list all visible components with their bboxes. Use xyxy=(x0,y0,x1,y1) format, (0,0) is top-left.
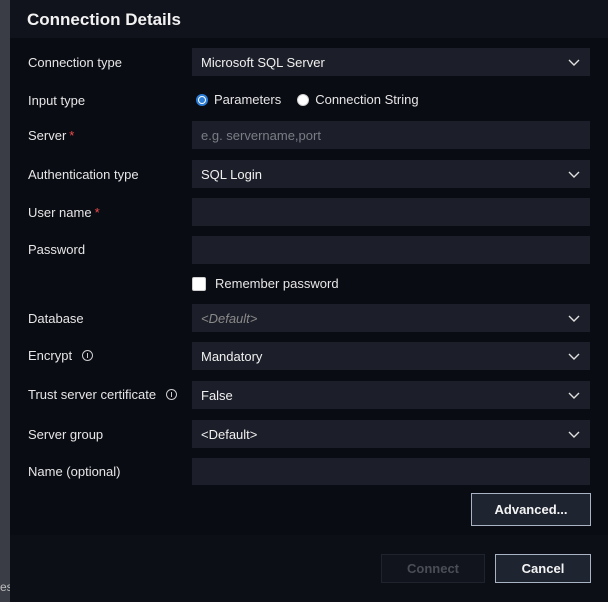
chevron-down-icon xyxy=(568,315,580,322)
database-label: Database xyxy=(28,311,84,326)
authentication-type-label: Authentication type xyxy=(28,167,139,182)
chevron-down-icon xyxy=(568,59,580,66)
name-label: Name (optional) xyxy=(28,464,121,479)
radio-parameters[interactable] xyxy=(196,93,208,106)
advanced-button[interactable]: Advanced... xyxy=(471,493,591,526)
background-window-edge: es xyxy=(0,0,10,602)
remember-password-checkbox[interactable] xyxy=(192,276,206,291)
connect-button-label: Connect xyxy=(407,561,459,576)
trust-server-certificate-label-text: Trust server certificate xyxy=(28,387,157,402)
connection-details-dialog: Connection Details Connection type Micro… xyxy=(10,0,608,602)
server-group-label-text: Server group xyxy=(28,427,104,442)
encrypt-dropdown[interactable]: Mandatory xyxy=(192,342,590,370)
radio-parameters-label[interactable]: Parameters xyxy=(214,92,281,107)
radio-connection-string[interactable] xyxy=(297,93,310,106)
required-marker: * xyxy=(94,205,100,220)
input-type-label-text: Input type xyxy=(28,93,86,108)
connection-type-value: Microsoft SQL Server xyxy=(201,54,325,70)
encrypt-label: Encrypt xyxy=(28,348,94,363)
input-type-label: Input type xyxy=(28,93,85,108)
remember-password-row: Remember password xyxy=(192,276,339,291)
server-group-label: Server group xyxy=(28,427,103,442)
authentication-type-dropdown[interactable]: SQL Login xyxy=(192,160,590,188)
trust-server-certificate-dropdown[interactable]: False xyxy=(192,381,590,409)
server-placeholder: e.g. servername,port xyxy=(201,127,321,143)
server-input[interactable]: e.g. servername,port xyxy=(192,121,590,149)
dialog-title: Connection Details xyxy=(27,10,181,29)
name-label-text: Name (optional) xyxy=(28,464,121,479)
database-label-text: Database xyxy=(28,311,84,326)
connection-type-dropdown[interactable]: Microsoft SQL Server xyxy=(192,48,590,76)
user-name-label: User name * xyxy=(28,205,100,220)
user-name-input[interactable] xyxy=(192,198,590,226)
password-input[interactable] xyxy=(192,236,590,264)
server-label: Server * xyxy=(28,128,74,143)
dialog-header: Connection Details xyxy=(10,0,608,38)
chevron-down-icon xyxy=(568,171,580,178)
cancel-button[interactable]: Cancel xyxy=(495,554,591,583)
chevron-down-icon xyxy=(568,431,580,438)
authentication-type-value: SQL Login xyxy=(201,166,262,182)
required-marker: * xyxy=(69,128,75,143)
chevron-down-icon xyxy=(568,392,580,399)
password-label: Password xyxy=(28,242,85,257)
cancel-button-label: Cancel xyxy=(521,561,565,576)
database-dropdown[interactable]: <Default> xyxy=(192,304,590,332)
radio-connection-string-label[interactable]: Connection String xyxy=(315,92,418,107)
input-type-radio-group: Parameters Connection String xyxy=(196,92,435,107)
chevron-down-icon xyxy=(568,353,580,360)
encrypt-label-text: Encrypt xyxy=(28,348,73,363)
trust-server-certificate-value: False xyxy=(201,387,233,403)
password-label-text: Password xyxy=(28,242,86,257)
server-group-dropdown[interactable]: <Default> xyxy=(192,420,590,448)
database-value: <Default> xyxy=(201,310,258,326)
background-window-text: es xyxy=(0,580,10,594)
connect-button[interactable]: Connect xyxy=(381,554,485,583)
server-label-text: Server xyxy=(28,128,67,143)
authentication-type-label-text: Authentication type xyxy=(28,167,139,182)
name-input[interactable] xyxy=(192,458,590,485)
info-icon[interactable] xyxy=(82,350,94,361)
connection-type-label-text: Connection type xyxy=(28,55,122,70)
connection-type-label: Connection type xyxy=(28,55,122,70)
advanced-button-label: Advanced... xyxy=(494,502,568,517)
server-group-value: <Default> xyxy=(201,426,258,442)
trust-server-certificate-label: Trust server certificate xyxy=(28,387,178,402)
remember-password-label[interactable]: Remember password xyxy=(215,276,339,291)
encrypt-value: Mandatory xyxy=(201,348,263,364)
info-icon[interactable] xyxy=(166,389,178,400)
user-name-label-text: User name xyxy=(28,205,92,220)
